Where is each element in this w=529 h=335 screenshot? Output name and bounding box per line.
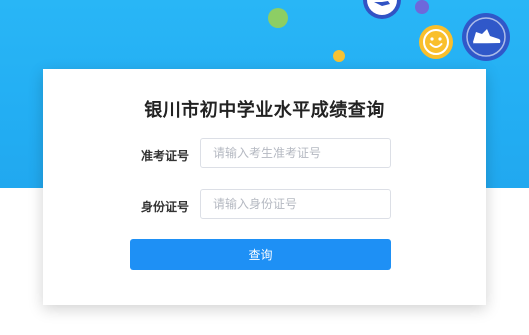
smiley-face-icon [419,25,453,59]
decorative-dot [415,0,429,14]
sneaker-badge-icon [363,0,401,19]
exam-number-input[interactable] [200,138,391,168]
exam-number-label: 准考证号 [140,149,189,163]
decorative-dot [268,8,288,28]
sneaker-icon [462,13,510,61]
query-card: 银川市初中学业水平成绩查询 准考证号 身份证号 查询 [43,69,486,305]
query-button[interactable]: 查询 [130,239,391,270]
page-title: 银川市初中学业水平成绩查询 [144,100,385,121]
decorative-dot [333,50,345,62]
id-number-label: 身份证号 [140,200,189,214]
id-number-input[interactable] [200,189,391,219]
